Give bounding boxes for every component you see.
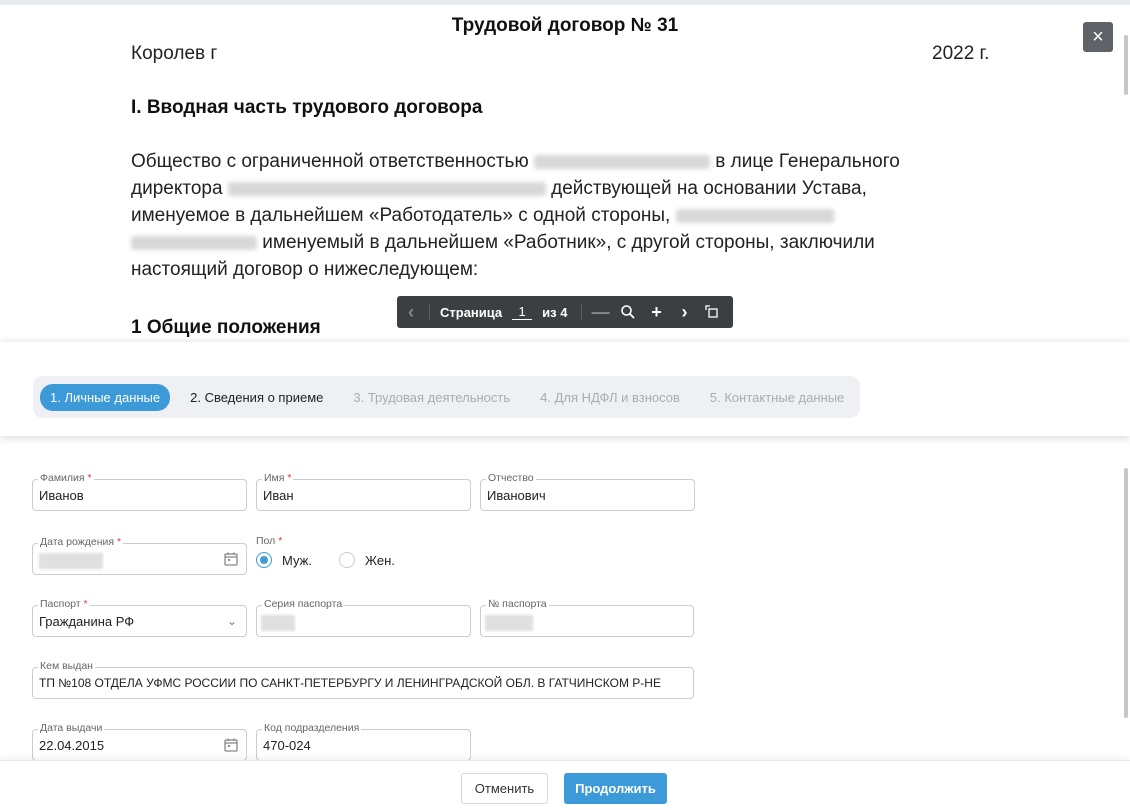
contract-intro-paragraph: Общество с ограниченной ответственностью…	[131, 148, 961, 283]
contract-section-title: I. Вводная часть трудового договора	[131, 97, 483, 118]
last-name-value: Иванов	[39, 488, 84, 503]
passport-type-value: Гражданина РФ	[39, 614, 135, 629]
step-work-history: 3. Трудовая деятельность	[353, 389, 511, 405]
plus-icon: +	[651, 301, 662, 322]
next-page-button[interactable]: ›	[670, 296, 698, 328]
gender-female-label[interactable]: Жен.	[365, 553, 395, 568]
wizard-steps: 1. Личные данные 2. Сведения о приеме 3.…	[33, 376, 860, 418]
chevron-down-icon: ⌄	[226, 614, 237, 628]
redacted-company-name	[534, 154, 710, 169]
chevron-left-icon: ‹	[408, 301, 414, 322]
close-icon: ×	[1092, 26, 1104, 48]
wizard-steps-panel: 1. Личные данные 2. Сведения о приеме 3.…	[0, 342, 1130, 436]
field-label: Кем выдан	[38, 660, 95, 673]
first-name-value: Иван	[263, 488, 294, 503]
para-text: директора	[131, 178, 223, 199]
contract-city: Королев г	[131, 43, 218, 64]
preview-scrollbar[interactable]	[1124, 35, 1128, 95]
redacted-employee-name	[675, 208, 834, 223]
contract-heading-general: 1 Общие положения	[131, 317, 321, 338]
prev-page-button[interactable]: ‹	[397, 296, 425, 328]
passport-series-field[interactable]: Серия паспорта	[256, 598, 471, 637]
redacted-employee-patronymic	[131, 235, 257, 250]
gender-female-radio[interactable]	[339, 552, 355, 568]
gender-label: Пол *	[256, 535, 283, 547]
division-code-field[interactable]: Код подразделения 470-024	[256, 722, 471, 760]
division-code-value: 470-024	[263, 738, 311, 753]
form-scrollbar[interactable]	[1124, 468, 1128, 718]
personal-data-form: Фамилия * Иванов Имя * Иван Отчество Ива…	[0, 436, 1130, 760]
field-label: Дата выдачи	[38, 722, 105, 735]
zoom-reset-button[interactable]	[614, 296, 642, 328]
calendar-icon[interactable]	[223, 551, 239, 567]
para-text: настоящий договор о нижеследующем:	[131, 259, 479, 280]
minus-icon: —	[591, 301, 610, 322]
page-total: из 4	[542, 304, 568, 320]
passport-type-select[interactable]: Паспорт * Гражданина РФ ⌄	[32, 598, 247, 637]
middle-name-value: Иванович	[487, 488, 546, 503]
step-personal-data[interactable]: 1. Личные данные	[40, 383, 171, 411]
fullscreen-button[interactable]	[698, 296, 726, 328]
page-toolbar: ‹ Страница 1 из 4 — + ›	[397, 296, 733, 328]
cancel-button[interactable]: Отменить	[461, 773, 548, 804]
page-number-input[interactable]: 1	[512, 304, 533, 320]
last-name-field[interactable]: Фамилия * Иванов	[32, 472, 247, 511]
passport-number-field[interactable]: № паспорта	[480, 598, 694, 637]
step-hiring-info[interactable]: 2. Сведения о приеме	[190, 385, 323, 410]
issued-by-field[interactable]: Кем выдан ТП №108 ОТДЕЛА УФМС РОССИИ ПО …	[32, 660, 694, 699]
field-label: Паспорт *	[38, 598, 90, 611]
field-label: Отчество	[486, 472, 536, 485]
issue-date-value: 22.04.2015	[39, 738, 105, 753]
field-label: Фамилия *	[38, 472, 94, 485]
field-label: Код подразделения	[262, 722, 362, 735]
step-contact-data: 5. Контактные данные	[709, 389, 845, 405]
para-text: действующей на основании Устава,	[551, 178, 867, 199]
contract-preview: Трудовой договор № 31 Королев г 2022 г. …	[0, 5, 1130, 342]
para-text: Общество с ограниченной ответственностью	[131, 151, 529, 172]
toolbar-divider	[581, 303, 583, 321]
gender-male-label[interactable]: Муж.	[282, 553, 312, 568]
magnifier-icon	[621, 305, 636, 319]
issued-by-value: ТП №108 ОТДЕЛА УФМС РОССИИ ПО САНКТ-ПЕТЕ…	[39, 676, 661, 690]
zoom-out-button[interactable]: —	[586, 296, 614, 328]
middle-name-field[interactable]: Отчество Иванович	[480, 472, 695, 511]
para-text: в лице Генерального	[715, 151, 900, 172]
page-label: Страница	[440, 304, 503, 320]
step-tax-contributions: 4. Для НДФЛ и взносов	[540, 389, 680, 405]
chevron-right-icon: ›	[681, 301, 688, 322]
issue-date-field[interactable]: Дата выдачи 22.04.2015	[32, 722, 247, 760]
field-label: Дата рождения *	[38, 536, 124, 549]
close-button[interactable]: ×	[1083, 22, 1113, 52]
contract-title: Трудовой договор № 31	[451, 15, 679, 36]
field-label: Серия паспорта	[262, 598, 345, 611]
employment-wizard: Трудовой договор № 31 Королев г 2022 г. …	[0, 0, 1130, 810]
zoom-in-button[interactable]: +	[642, 296, 670, 328]
toolbar-divider	[429, 303, 430, 321]
continue-button[interactable]: Продолжить	[564, 773, 667, 804]
first-name-field[interactable]: Имя * Иван	[256, 472, 471, 511]
para-text: именуемый в дальнейшем «Работник», с дру…	[262, 232, 875, 253]
field-label: Имя *	[262, 472, 294, 485]
para-text: именуемое в дальнейшем «Работодатель» с …	[131, 205, 671, 226]
expand-icon	[705, 305, 719, 318]
gender-male-radio[interactable]	[256, 552, 272, 568]
contract-year: 2022 г.	[932, 43, 990, 64]
redacted-passport-number	[485, 615, 533, 631]
field-label: № паспорта	[486, 598, 549, 611]
calendar-icon[interactable]	[223, 737, 239, 753]
redacted-director-name	[227, 181, 546, 196]
form-footer: Отменить Продолжить	[0, 760, 1130, 810]
redacted-passport-series	[261, 615, 295, 631]
redacted-birth-date	[39, 553, 103, 569]
birth-date-field[interactable]: Дата рождения *	[32, 536, 247, 575]
